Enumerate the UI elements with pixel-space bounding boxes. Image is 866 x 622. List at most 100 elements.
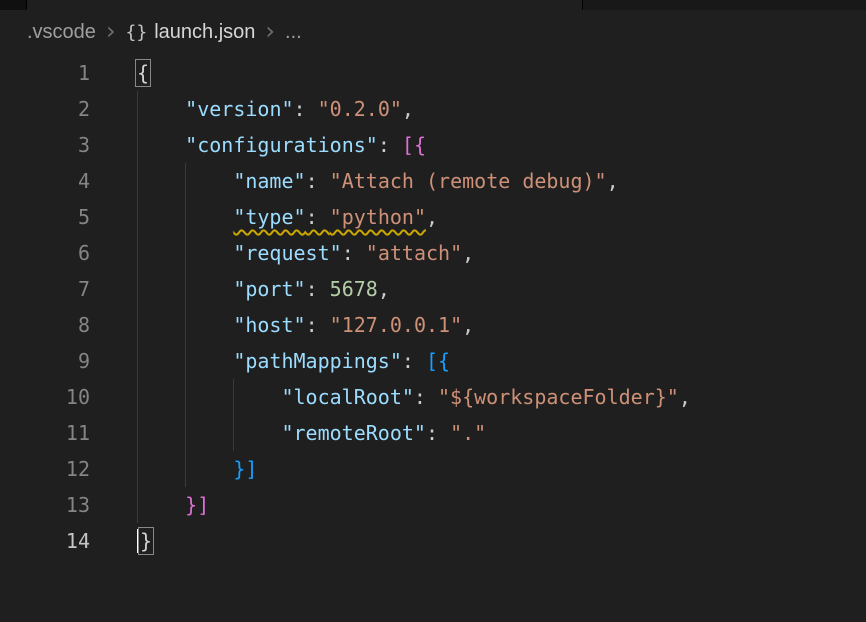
code-token: : — [378, 133, 402, 157]
code-line[interactable]: 11 "remoteRoot": "." — [0, 415, 866, 451]
code-line[interactable]: 3 "configurations": [{ — [0, 127, 866, 163]
code-token: "0.2.0" — [318, 97, 402, 121]
code-line[interactable]: 4"name": "Attach (remote debug)", — [0, 163, 866, 199]
indent-guide — [185, 379, 186, 415]
line-number[interactable]: 14 — [0, 523, 90, 559]
code-token: [{ — [426, 349, 450, 373]
editor-code-area[interactable]: 1{2"version": "0.2.0",3"configurations":… — [0, 55, 866, 559]
line-number[interactable]: 5 — [0, 199, 90, 235]
code-token: , — [378, 277, 390, 301]
indent-guide — [185, 415, 186, 451]
code-token: "localRoot" — [281, 385, 413, 409]
indent-guide — [137, 451, 138, 487]
line-number[interactable]: 6 — [0, 235, 90, 271]
indent-guide — [137, 487, 138, 523]
line-number[interactable]: 7 — [0, 271, 90, 307]
line-number[interactable]: 2 — [0, 91, 90, 127]
code-token: : — [342, 241, 366, 265]
code-token: : — [294, 97, 318, 121]
code-token: , — [426, 205, 438, 229]
code-token: : — [426, 421, 450, 445]
code-line[interactable]: 1{ — [0, 55, 866, 91]
code-line[interactable]: 10 "localRoot": "${workspaceFolder}", — [0, 379, 866, 415]
indent-guide — [137, 163, 138, 199]
code-token: "${workspaceFolder}" — [438, 385, 679, 409]
chevron-right-icon: › — [264, 19, 276, 46]
code-token: "127.0.0.1" — [330, 313, 462, 337]
code-line[interactable]: 2 "version": "0.2.0", — [0, 91, 866, 127]
code-line[interactable]: 6"request": "attach", — [0, 235, 866, 271]
text-cursor — [137, 529, 139, 553]
indent-guide — [137, 271, 138, 307]
code-token: "request" — [233, 241, 341, 265]
code-token: }] — [233, 457, 257, 481]
breadcrumb-item-vscode[interactable]: .vscode — [27, 21, 96, 44]
code-line[interactable]: 14} — [0, 523, 866, 559]
indent-guide — [137, 307, 138, 343]
line-number[interactable]: 4 — [0, 163, 90, 199]
line-number[interactable]: 1 — [0, 55, 90, 91]
indent-guide — [137, 343, 138, 379]
tab-bar — [0, 0, 866, 10]
matched-bracket: } — [140, 529, 152, 553]
code-token: : — [306, 205, 330, 229]
line-number[interactable]: 8 — [0, 307, 90, 343]
code-token: "configurations" — [185, 133, 378, 157]
line-number[interactable]: 9 — [0, 343, 90, 379]
code-token: , — [607, 169, 619, 193]
code-token: "type" — [233, 205, 305, 229]
code-token: [{ — [402, 133, 426, 157]
code-token: }] — [185, 493, 209, 517]
code-token: "version" — [185, 97, 293, 121]
breadcrumb-label: .vscode — [27, 21, 96, 44]
line-number[interactable]: 13 — [0, 487, 90, 523]
code-line[interactable]: 8 "host": "127.0.0.1", — [0, 307, 866, 343]
code-line[interactable]: 7 "port": 5678, — [0, 271, 866, 307]
indent-guide — [137, 415, 138, 451]
code-token: "Attach (remote debug)" — [330, 169, 607, 193]
code-token: "." — [450, 421, 486, 445]
code-token: "remoteRoot" — [281, 421, 426, 445]
indent-guide — [233, 379, 234, 415]
code-token: : — [306, 313, 330, 337]
indent-guide — [185, 235, 186, 271]
tab-strip-left[interactable] — [0, 0, 27, 10]
active-tab-edge[interactable] — [27, 0, 583, 10]
indent-guide — [185, 163, 186, 199]
code-line[interactable]: 5"type": "python", — [0, 199, 866, 235]
indent-guide — [233, 415, 234, 451]
code-token: : — [306, 277, 330, 301]
breadcrumb-label: ... — [285, 21, 302, 44]
code-token: , — [679, 385, 691, 409]
breadcrumb: .vscode › {}launch.json ›... — [0, 10, 866, 55]
indent-guide — [137, 91, 138, 127]
tab-strip-right[interactable] — [583, 0, 866, 10]
indent-guide — [137, 235, 138, 271]
code-token: , — [402, 97, 414, 121]
code-line[interactable]: 13}] — [0, 487, 866, 523]
breadcrumb-item-[interactable]: ... — [285, 21, 302, 44]
json-symbol-icon: {} — [126, 22, 148, 43]
code-token: : — [414, 385, 438, 409]
line-number[interactable]: 10 — [0, 379, 90, 415]
code-line[interactable]: 12}] — [0, 451, 866, 487]
code-token: 5678 — [330, 277, 378, 301]
chevron-right-icon: › — [105, 19, 117, 46]
line-number[interactable]: 11 — [0, 415, 90, 451]
code-token: "port" — [233, 277, 305, 301]
code-token: "host" — [233, 313, 305, 337]
line-number[interactable]: 12 — [0, 451, 90, 487]
indent-guide — [185, 271, 186, 307]
code-token: "attach" — [366, 241, 462, 265]
indent-guide — [185, 307, 186, 343]
code-token: , — [462, 313, 474, 337]
indent-guide — [137, 379, 138, 415]
matched-bracket: { — [137, 61, 149, 85]
indent-guide — [185, 451, 186, 487]
indent-guide — [185, 343, 186, 379]
breadcrumb-item-launch-json[interactable]: {}launch.json — [126, 21, 256, 44]
indent-guide — [137, 127, 138, 163]
code-line[interactable]: 9"pathMappings": [{ — [0, 343, 866, 379]
line-number[interactable]: 3 — [0, 127, 90, 163]
indent-guide — [137, 199, 138, 235]
